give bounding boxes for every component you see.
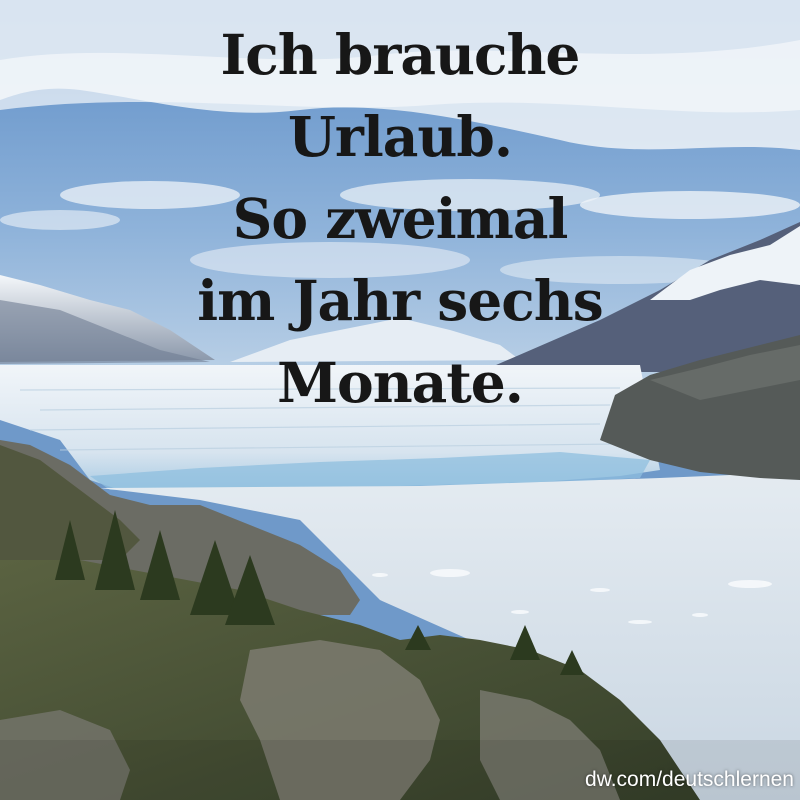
quote-line-4: im Jahr sechs — [197, 268, 603, 333]
quote-line-1: Ich brauche — [220, 22, 581, 87]
quote-line-2: Urlaub. — [287, 104, 513, 169]
quote-image: Ich brauche Urlaub. So zweimal im Jahr s… — [0, 0, 800, 800]
quote-line-3: So zweimal — [232, 186, 569, 251]
source-credit: dw.com/deutschlernen — [585, 768, 794, 791]
quote-line-5: Monate. — [277, 350, 524, 415]
quote-text: Ich brauche Urlaub. So zweimal im Jahr s… — [0, 14, 800, 424]
